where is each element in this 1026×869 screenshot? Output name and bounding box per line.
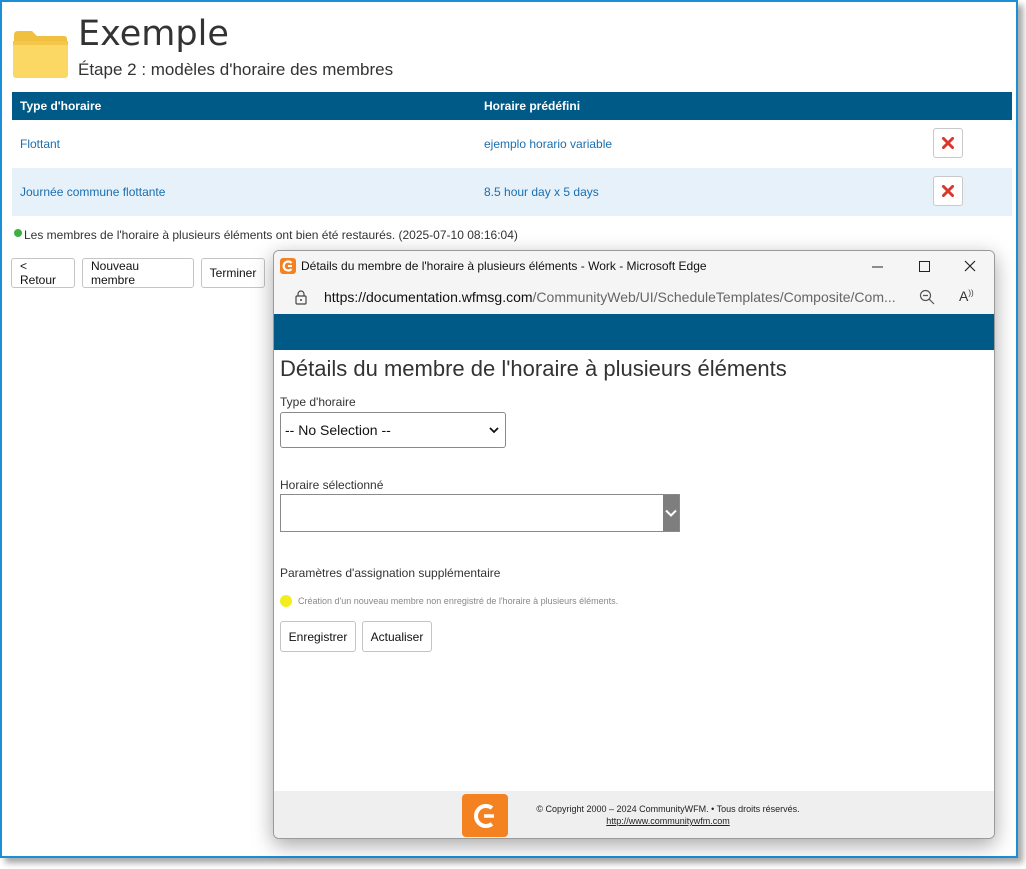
hint-text: Création d'un nouveau membre non enregis…	[298, 596, 619, 606]
delete-icon	[942, 137, 954, 149]
row-schedule-link[interactable]: ejemplo horario variable	[484, 137, 612, 151]
folder-icon	[13, 31, 68, 78]
member-details-window: Détails du membre de l'horaire à plusieu…	[273, 250, 995, 839]
popup-heading: Détails du membre de l'horaire à plusieu…	[280, 356, 787, 381]
minimize-icon[interactable]	[857, 254, 897, 278]
schedule-type-select[interactable]: -- No Selection --	[280, 412, 506, 448]
table-row: Flottant ejemplo horario variable	[12, 120, 1012, 168]
page-subtitle: Étape 2 : modèles d'horaire des membres	[78, 60, 394, 79]
column-header-schedule: Horaire prédéfini	[484, 99, 581, 113]
finish-button[interactable]: Terminer	[201, 258, 265, 288]
address-bar[interactable]: https://documentation.wfmsg.com/Communit…	[274, 281, 994, 314]
new-member-button[interactable]: Nouveau membre	[82, 258, 194, 288]
copyright-text: © Copyright 2000 – 2024 CommunityWFM. • …	[536, 804, 800, 814]
table-header: Type d'horaire Horaire prédéfini	[12, 92, 1012, 120]
delete-button[interactable]	[933, 176, 963, 206]
window-titlebar: Détails du membre de l'horaire à plusieu…	[274, 251, 994, 281]
popup-footer: © Copyright 2000 – 2024 CommunityWFM. • …	[274, 791, 994, 838]
app-banner	[274, 314, 994, 350]
window-title: Détails du membre de l'horaire à plusieu…	[301, 259, 707, 273]
schedule-type-value: -- No Selection --	[285, 422, 391, 438]
selected-schedule-label: Horaire sélectionné	[280, 478, 384, 492]
url-path: /CommunityWeb/UI/ScheduleTemplates/Compo…	[532, 289, 896, 305]
url-domain: https://documentation.wfmsg.com	[324, 289, 533, 305]
extra-params-label: Paramètres d'assignation supplémentaire	[280, 566, 501, 580]
lock-icon	[295, 290, 307, 305]
copyright: © Copyright 2000 – 2024 CommunityWFM. • …	[508, 804, 828, 826]
close-icon[interactable]	[950, 254, 990, 278]
row-schedule-link[interactable]: 8.5 hour day x 5 days	[484, 185, 599, 199]
read-aloud-icon[interactable]: A))	[959, 288, 974, 304]
status-text: Les membres de l'horaire à plusieurs élé…	[24, 228, 518, 242]
footer-link[interactable]: http://www.communitywfm.com	[508, 816, 828, 826]
zoom-icon[interactable]	[919, 289, 935, 305]
maximize-icon[interactable]	[904, 254, 944, 278]
hint-message: Création d'un nouveau membre non enregis…	[280, 595, 618, 607]
row-type-link[interactable]: Flottant	[20, 137, 60, 151]
delete-button[interactable]	[933, 128, 963, 158]
column-header-type: Type d'horaire	[20, 99, 102, 113]
save-button[interactable]: Enregistrer	[280, 621, 356, 652]
members-table: Type d'horaire Horaire prédéfini Flottan…	[12, 92, 1012, 216]
info-dot-icon	[280, 595, 292, 607]
chevron-down-icon	[663, 495, 679, 531]
success-dot-icon	[14, 229, 22, 237]
selected-schedule-select[interactable]	[280, 494, 680, 532]
communitywfm-logo-icon	[462, 794, 508, 837]
table-row: Journée commune flottante 8.5 hour day x…	[12, 168, 1012, 216]
app-frame: Exemple Étape 2 : modèles d'horaire des …	[0, 0, 1018, 858]
url-text[interactable]: https://documentation.wfmsg.com/Communit…	[324, 289, 910, 305]
back-button[interactable]: < Retour	[11, 258, 75, 288]
edge-browser-icon	[280, 258, 296, 274]
delete-icon	[942, 185, 954, 197]
type-label: Type d'horaire	[280, 395, 356, 409]
row-type-link[interactable]: Journée commune flottante	[20, 185, 165, 199]
page-title: Exemple	[78, 14, 229, 54]
chevron-down-icon	[489, 427, 499, 434]
refresh-button[interactable]: Actualiser	[362, 621, 432, 652]
status-message: Les membres de l'horaire à plusieurs élé…	[14, 228, 518, 242]
